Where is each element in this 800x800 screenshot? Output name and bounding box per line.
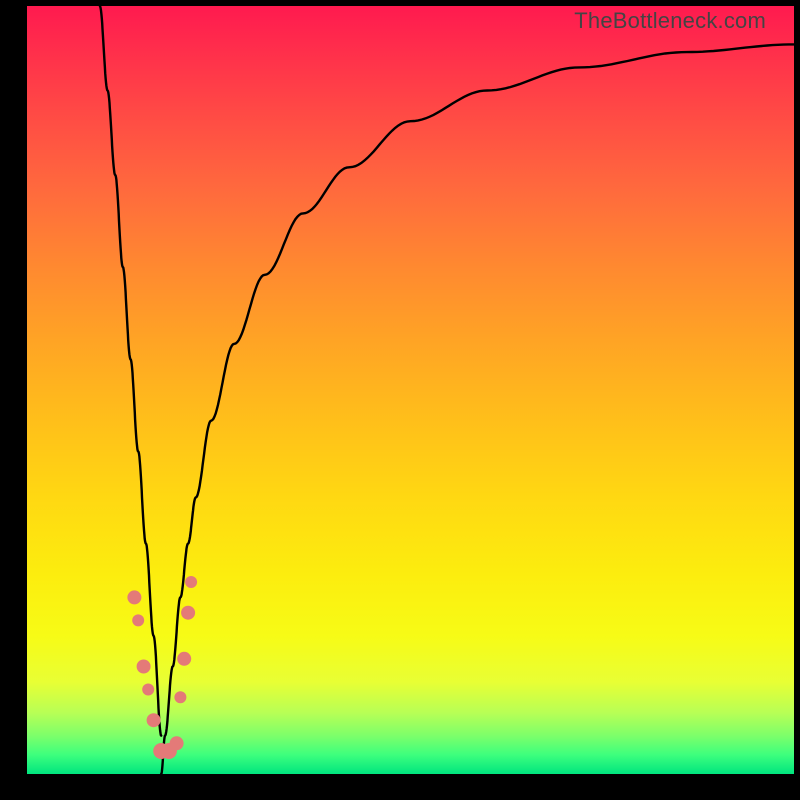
curve-right-branch	[161, 44, 794, 774]
data-marker	[127, 590, 141, 604]
data-marker	[132, 614, 144, 626]
plot-area	[27, 6, 794, 774]
watermark-label: TheBottleneck.com	[574, 8, 766, 34]
data-marker	[185, 576, 197, 588]
curve-left-branch	[100, 6, 161, 736]
bottleneck-curve-svg	[27, 6, 794, 774]
data-marker	[137, 660, 151, 674]
data-marker	[181, 606, 195, 620]
data-marker	[177, 652, 191, 666]
data-marker	[170, 736, 184, 750]
chart-frame: TheBottleneck.com	[0, 0, 800, 800]
data-marker	[174, 691, 186, 703]
data-marker	[142, 684, 154, 696]
data-marker	[147, 713, 161, 727]
